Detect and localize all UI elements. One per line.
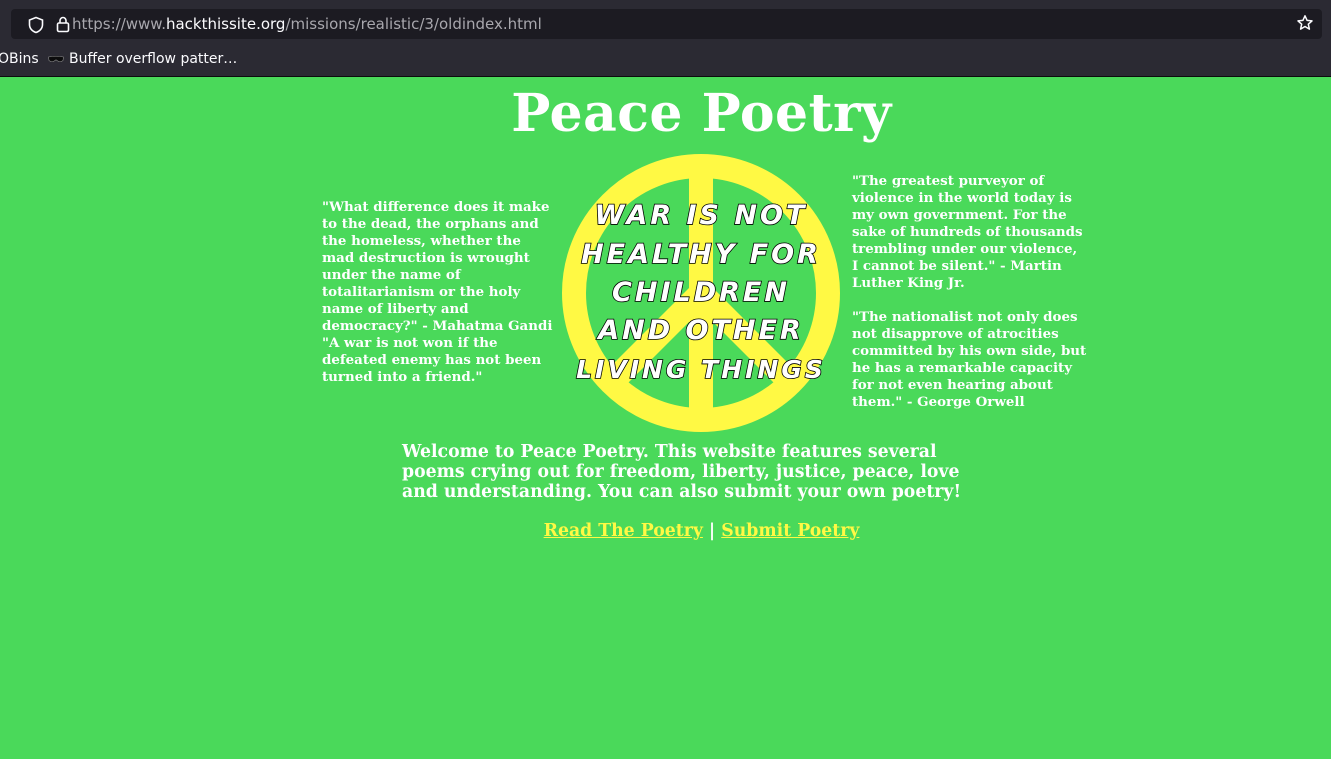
url-text[interactable]: https://www.hackthissite.org/missions/re… xyxy=(72,15,542,33)
bookmark-star-icon[interactable] xyxy=(1296,14,1314,32)
peace-sign-image: WAR IS NOT HEALTHY FOR CHILDREN AND OTHE… xyxy=(562,154,840,432)
url-prefix: https://www. xyxy=(72,15,166,33)
intro-text: Welcome to Peace Poetry. This website fe… xyxy=(402,442,962,502)
image-text-line-3: CHILDREN xyxy=(612,277,790,308)
url-host: hackthissite.org xyxy=(165,15,286,33)
bookmark-item-buffer-overflow[interactable]: Buffer overflow patter… xyxy=(69,51,237,67)
image-text-line-4: AND OTHER xyxy=(596,315,804,346)
image-text-line-1: WAR IS NOT xyxy=(595,200,808,231)
bookmarks-toolbar: OBins Buffer overflow patter… xyxy=(0,46,1331,74)
read-poetry-link[interactable]: Read The Poetry xyxy=(544,521,703,541)
quote-gandhi: "What difference does it make to the dea… xyxy=(322,199,553,334)
url-path: /missions/realistic/3/oldindex.html xyxy=(285,15,542,33)
quote-orwell: "The nationalist not only does not disap… xyxy=(852,309,1087,410)
quote-mlk: "The greatest purveyor of violence in th… xyxy=(852,173,1083,291)
link-separator: | xyxy=(702,521,722,541)
bookmark-item-obins[interactable]: OBins xyxy=(0,51,39,67)
browser-chrome: https://www.hackthissite.org/missions/re… xyxy=(0,0,1331,77)
image-text-line-2: HEALTHY FOR xyxy=(581,239,821,270)
address-bar[interactable]: https://www.hackthissite.org/missions/re… xyxy=(11,9,1322,39)
lock-icon[interactable] xyxy=(55,15,71,33)
shield-icon[interactable] xyxy=(27,16,45,34)
image-text-line-5: LIVING THINGS xyxy=(576,355,826,384)
page-title: Peace Poetry xyxy=(511,83,892,144)
mask-icon xyxy=(48,56,64,63)
nav-links: Read The Poetry | Submit Poetry xyxy=(0,521,1331,541)
submit-poetry-link[interactable]: Submit Poetry xyxy=(721,521,859,541)
quote-enemy-friend: "A war is not won if the defeated enemy … xyxy=(322,335,542,385)
